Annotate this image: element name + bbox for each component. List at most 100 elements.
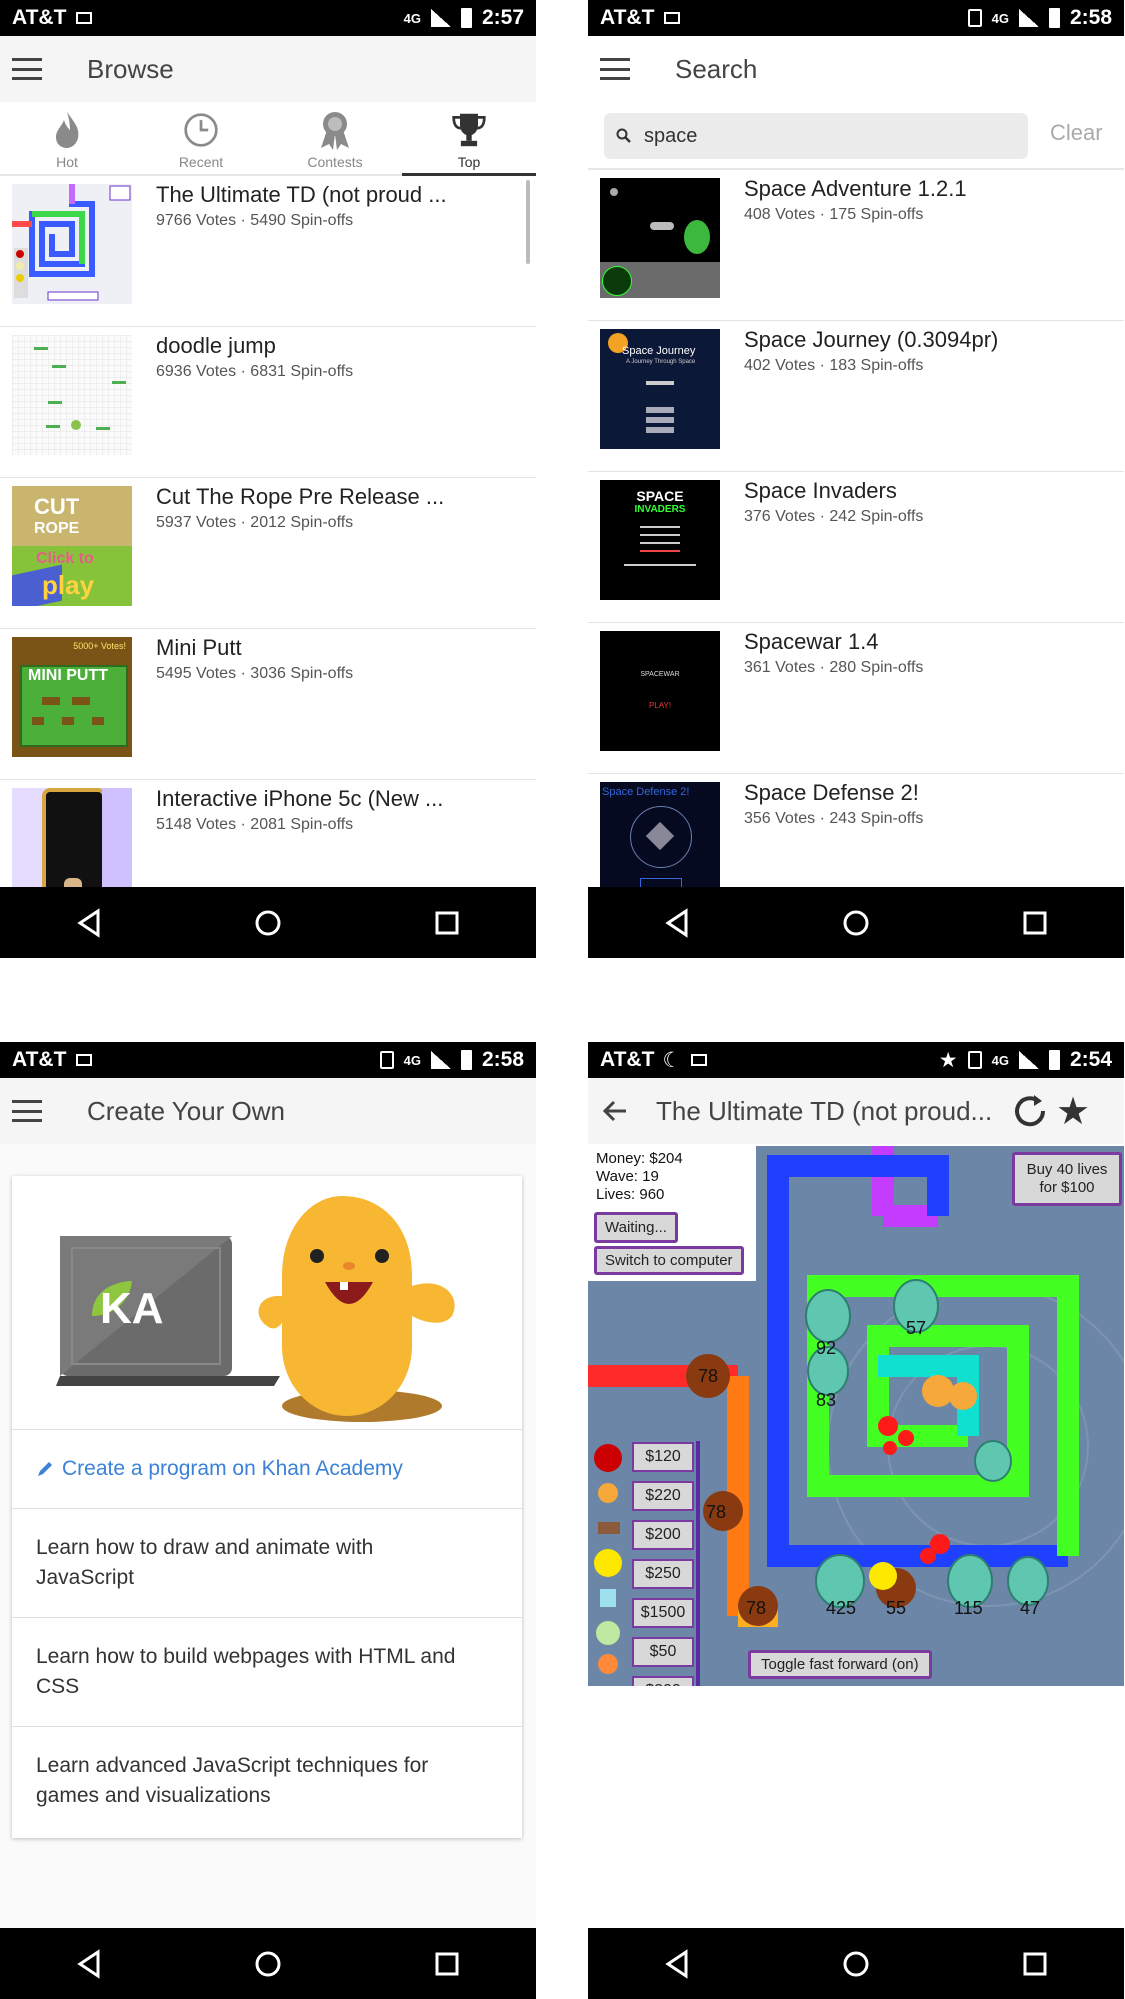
- recents-icon[interactable]: [422, 1939, 472, 1989]
- tab-label: Contests: [307, 154, 363, 170]
- back-icon[interactable]: [64, 898, 114, 948]
- thumb-text: Space Defense 2!: [602, 786, 690, 798]
- list-item[interactable]: Space Defense 2! Space Defense 2! 356 Vo…: [588, 774, 1124, 887]
- program-stats: 9766 Votes · 5490 Spin-offs: [156, 212, 354, 229]
- android-nav-bar: [0, 1928, 536, 1999]
- list-item[interactable]: doodle jump 6936 Votes · 6831 Spin-offs: [0, 327, 536, 478]
- home-icon[interactable]: [831, 1939, 881, 1989]
- vibrate-icon: [967, 9, 982, 27]
- clock-icon: [183, 110, 219, 150]
- recents-icon[interactable]: [422, 898, 472, 948]
- program-thumbnail: SPACEWAR PLAY!: [600, 631, 720, 751]
- create-program-link[interactable]: Create a program on Khan Academy: [12, 1430, 522, 1509]
- list-item[interactable]: SPACEWAR PLAY! Spacewar 1.4 361 Votes · …: [588, 623, 1124, 774]
- list-item[interactable]: The Ultimate TD (not proud ... 9766 Vote…: [0, 176, 536, 327]
- shop-price-button[interactable]: $200: [632, 1520, 694, 1550]
- program-thumbnail: [600, 178, 720, 298]
- tab-recent[interactable]: Recent: [134, 102, 268, 174]
- program-stats: 376 Votes · 242 Spin-offs: [744, 508, 924, 525]
- trophy-icon: [451, 110, 487, 150]
- clock-time: 2:58: [481, 1048, 524, 1071]
- tutorial-option[interactable]: Learn advanced JavaScript techniques for…: [12, 1727, 522, 1835]
- program-stats: 402 Votes · 183 Spin-offs: [744, 357, 924, 374]
- program-title: Space Defense 2!: [744, 780, 919, 805]
- home-icon[interactable]: [831, 898, 881, 948]
- page-title: Search: [675, 53, 758, 84]
- buy-lives-button[interactable]: Buy 40 lives for $100: [1012, 1152, 1122, 1206]
- browse-screen: AT&T 4G 2:57 Browse Hot Recent Contests …: [0, 0, 536, 958]
- tab-hot[interactable]: Hot: [0, 102, 134, 174]
- search-icon: [616, 128, 632, 144]
- search-input[interactable]: [642, 123, 1006, 149]
- battery-icon: [460, 8, 472, 28]
- switch-to-computer-button[interactable]: Switch to computer: [594, 1246, 744, 1275]
- thumb-text: ROPE: [34, 520, 80, 537]
- list-item[interactable]: Space Journey A Journey Through Space Sp…: [588, 321, 1124, 472]
- image-notification-icon: [691, 1054, 708, 1066]
- hamburger-menu-icon[interactable]: [12, 1100, 42, 1122]
- shop-price-button[interactable]: $120: [632, 1442, 694, 1472]
- hamburger-menu-icon[interactable]: [600, 58, 630, 80]
- shop-price-button[interactable]: $1500: [632, 1598, 694, 1628]
- tutorial-option[interactable]: Learn how to draw and animate with JavaS…: [12, 1509, 522, 1618]
- signal-icon: [430, 1051, 451, 1069]
- home-icon[interactable]: [243, 1939, 293, 1989]
- program-thumbnail: SPACE INVADERS: [600, 480, 720, 600]
- list-item[interactable]: Space Adventure 1.2.1 408 Votes · 175 Sp…: [588, 170, 1124, 321]
- page-title: Browse: [87, 53, 174, 84]
- recents-icon[interactable]: [1010, 1939, 1060, 1989]
- app-bar: Browse: [0, 36, 536, 102]
- wave-stat: Wave: 19: [596, 1168, 659, 1185]
- list-item[interactable]: SPACE INVADERS Space Invaders 376 Votes …: [588, 472, 1124, 623]
- tutorial-label: Learn how to build webpages with HTML an…: [36, 1645, 456, 1698]
- recents-icon[interactable]: [1010, 898, 1060, 948]
- app-bar: Search: [588, 36, 1124, 102]
- tutorial-label: Learn advanced JavaScript techniques for…: [36, 1754, 429, 1807]
- home-icon[interactable]: [243, 898, 293, 948]
- toggle-fast-forward-button[interactable]: Toggle fast forward (on): [748, 1650, 932, 1679]
- clear-button[interactable]: Clear: [1050, 120, 1103, 146]
- game-canvas[interactable]: Money: $204 Wave: 19 Lives: 960 Waiting.…: [588, 1146, 1124, 1686]
- enemy-hp: 78: [706, 1502, 727, 1522]
- tab-contests[interactable]: Contests: [268, 102, 402, 174]
- thumb-text: MINI PUTT: [28, 667, 108, 684]
- back-arrow-icon[interactable]: [602, 1096, 632, 1126]
- signal-icon: [1018, 1051, 1039, 1069]
- shop-price-button[interactable]: $220: [632, 1481, 694, 1511]
- carrier-label: AT&T: [600, 1048, 655, 1071]
- program-title: Space Invaders: [744, 478, 897, 503]
- thumb-text: SPACE: [636, 488, 684, 504]
- program-thumbnail: [12, 788, 132, 890]
- list-item[interactable]: CUT ROPE Click to play Cut The Rope Pre …: [0, 478, 536, 629]
- program-title: Cut The Rope Pre Release ...: [156, 484, 445, 509]
- program-title: doodle jump: [156, 333, 276, 358]
- game-stats: Money: $204 Wave: 19 Lives: 960: [596, 1150, 683, 1204]
- enemy-hp: 83: [816, 1390, 837, 1410]
- image-notification-icon: [76, 1054, 93, 1066]
- hamburger-menu-icon[interactable]: [12, 58, 42, 80]
- game-screen: AT&T ☾ ★ 4G 2:54 The Ultimate TD (not pr…: [588, 1042, 1124, 1999]
- tutorial-option[interactable]: Learn how to build webpages with HTML an…: [12, 1618, 522, 1727]
- back-icon[interactable]: [652, 1939, 702, 1989]
- refresh-icon[interactable]: [1010, 1091, 1050, 1131]
- list-item[interactable]: 5000+ Votes! MINI PUTT Mini Putt 5495 Vo…: [0, 629, 536, 780]
- shop-price-button[interactable]: $200: [632, 1676, 694, 1686]
- back-icon[interactable]: [64, 1939, 114, 1989]
- back-icon[interactable]: [652, 898, 702, 948]
- lives-stat: Lives: 960: [596, 1186, 665, 1203]
- vibrate-icon: [967, 1051, 982, 1069]
- list-item[interactable]: Interactive iPhone 5c (New ... 5148 Vote…: [0, 780, 536, 890]
- tab-top[interactable]: Top: [402, 102, 536, 176]
- shop-price-button[interactable]: $50: [632, 1637, 694, 1667]
- laptop-mascot-illustration: [56, 1196, 455, 1422]
- create-card: KA Create a program on Khan Academy Lear…: [12, 1176, 522, 1838]
- pencil-icon: [36, 1460, 54, 1478]
- waiting-button[interactable]: Waiting...: [594, 1212, 678, 1243]
- enemy-hp: 78: [698, 1366, 719, 1386]
- search-screen: AT&T 4G 2:58 Search Clear S: [588, 0, 1124, 958]
- search-field[interactable]: [604, 113, 1028, 159]
- shop-price-button[interactable]: $250: [632, 1559, 694, 1589]
- enemy-hp: 47: [1020, 1598, 1041, 1618]
- carrier-label: AT&T: [12, 1048, 67, 1071]
- star-favorite-icon[interactable]: ★: [1056, 1089, 1090, 1134]
